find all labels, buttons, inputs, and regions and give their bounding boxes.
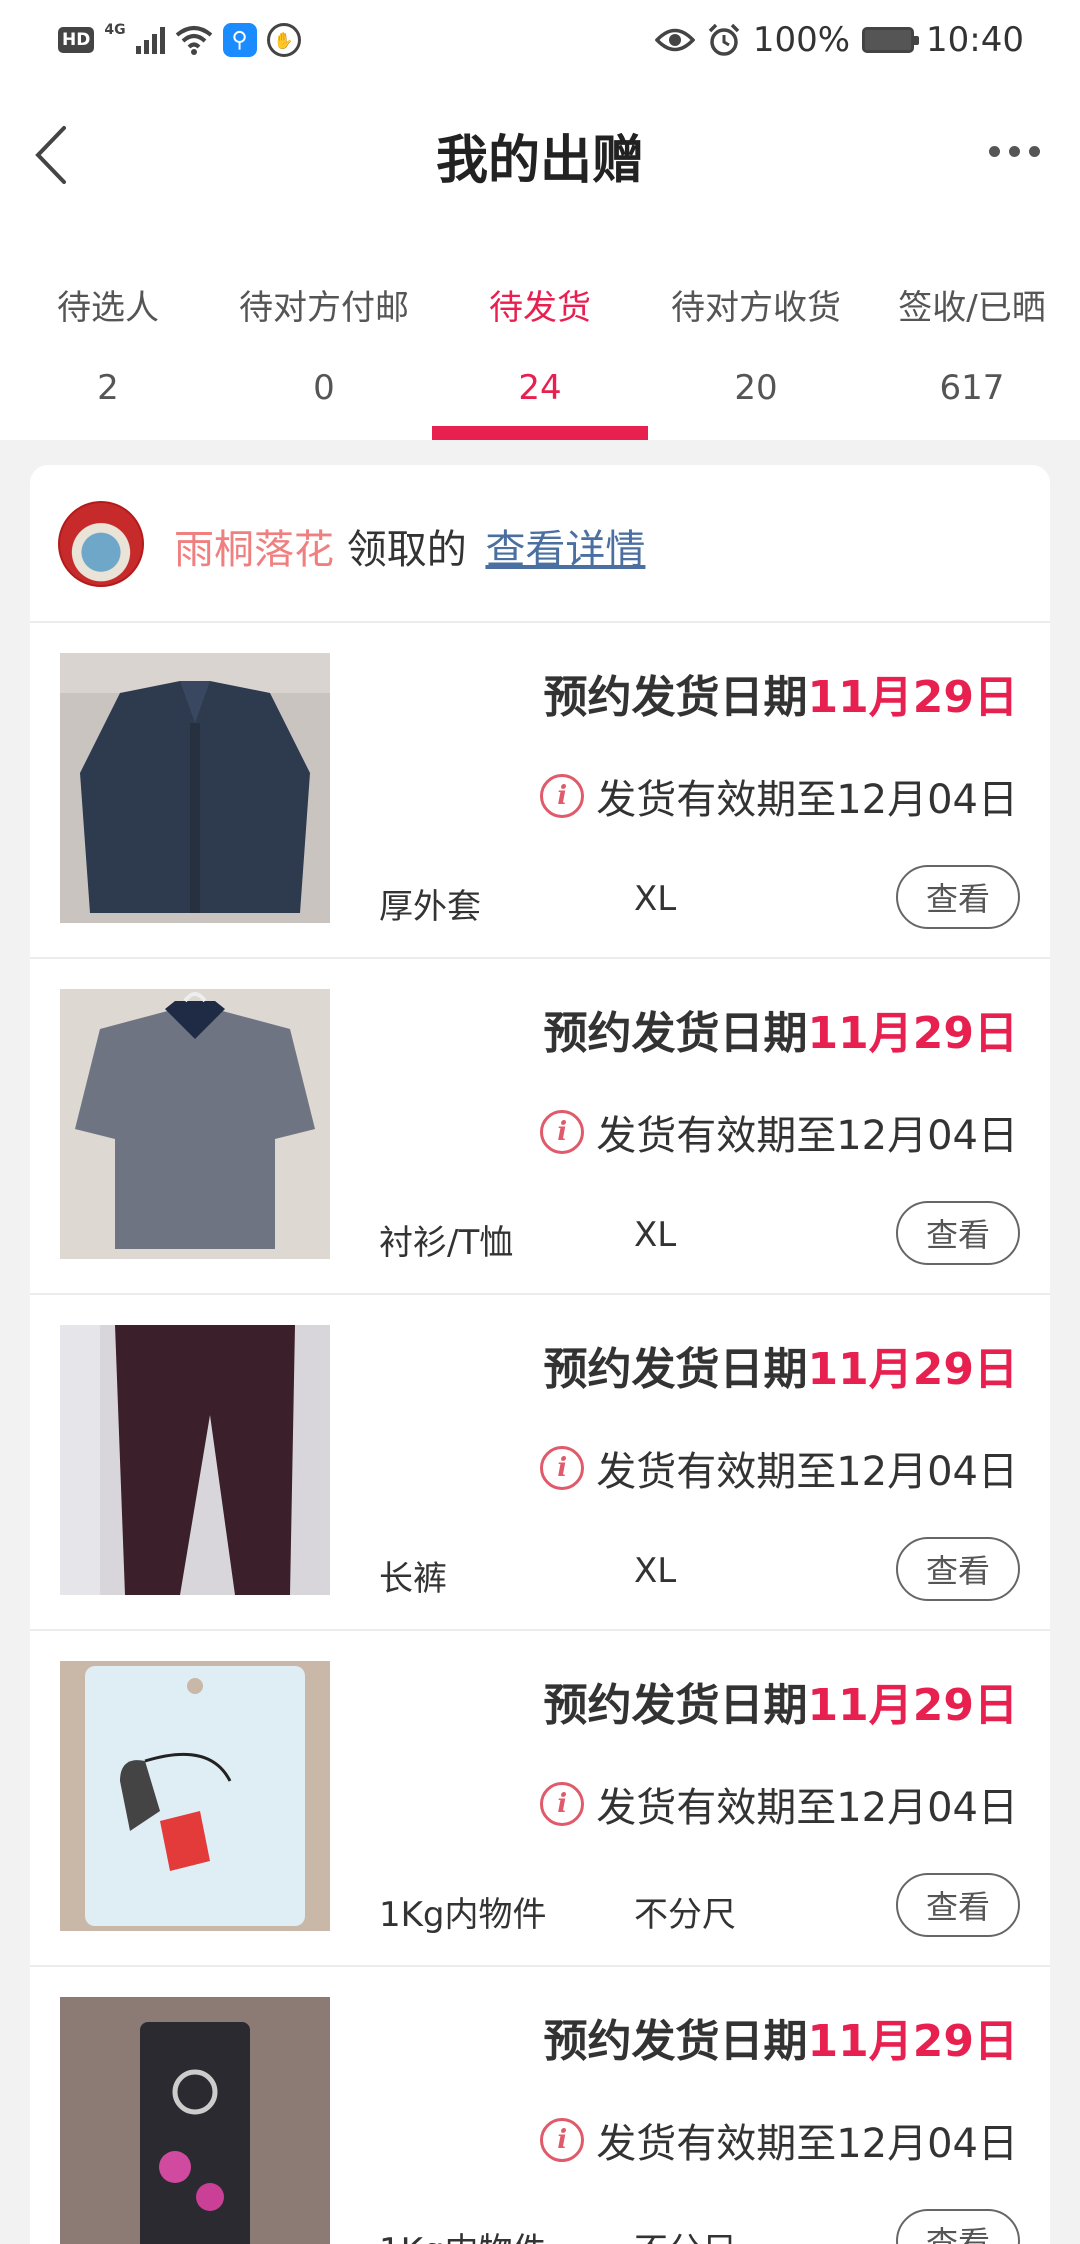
item-photo[interactable] <box>60 653 330 923</box>
info-icon: i <box>540 1110 585 1154</box>
view-button[interactable]: 查看 <box>896 1537 1020 1601</box>
more-dots-icon[interactable] <box>989 146 1040 157</box>
reserve-label: 预约发货日期 <box>543 672 808 723</box>
battery-percent: 100% <box>752 20 851 60</box>
battery-icon <box>862 27 920 53</box>
valid-until-text: 发货有效期至12月04日 <box>596 2121 1018 2167</box>
alarm-icon <box>708 23 740 56</box>
donor-suffix: 领取的 <box>346 527 467 573</box>
reserve-label: 预约发货日期 <box>543 2016 808 2067</box>
tab-label: 待发货 <box>489 288 591 328</box>
valid-until: i 发货有效期至12月04日 <box>540 2111 1018 2169</box>
eye-icon <box>654 28 695 52</box>
valid-until: i 发货有效期至12月04日 <box>540 1439 1018 1497</box>
hand-app-icon: ✋ <box>266 23 301 57</box>
reserve-date: 预约发货日期11月29日 <box>544 997 1018 1061</box>
reserve-date: 预约发货日期11月29日 <box>544 1333 1018 1397</box>
view-details-link[interactable]: 查看详情 <box>485 527 645 573</box>
item-category: 1Kg内物件 <box>379 2223 547 2244</box>
item-size: 不分尺 <box>634 2223 736 2244</box>
donor-name[interactable]: 雨桐落花 <box>174 527 334 573</box>
reserve-label: 预约发货日期 <box>543 1680 808 1731</box>
view-button[interactable]: 查看 <box>896 1201 1020 1265</box>
tab-count: 24 <box>518 368 562 408</box>
valid-until-text: 发货有效期至12月04日 <box>596 1449 1018 1495</box>
reserve-label: 预约发货日期 <box>543 1344 808 1395</box>
item-category: 长裤 <box>379 1559 447 1599</box>
valid-until: i 发货有效期至12月04日 <box>540 1775 1018 1833</box>
tab-count: 0 <box>313 368 335 408</box>
tab-pending-postage[interactable]: 待对方付邮 0 <box>216 230 432 440</box>
avatar[interactable] <box>58 501 144 587</box>
tab-pending-receipt[interactable]: 待对方收货 20 <box>648 230 864 440</box>
gift-card: 雨桐落花 领取的 查看详情 预约发货日期11月29日 i 发货有效期至12月04日… <box>30 465 1050 2244</box>
top-nav: 我的出赠 <box>0 80 1080 230</box>
tab-label: 签收/已晒 <box>898 288 1046 328</box>
view-button[interactable]: 查看 <box>896 2209 1020 2244</box>
tab-count: 20 <box>734 368 778 408</box>
reserve-date-value: 11月29日 <box>807 2016 1018 2067</box>
tab-label: 待对方收货 <box>671 288 841 328</box>
info-icon: i <box>540 1446 585 1490</box>
donor-row: 雨桐落花 领取的 查看详情 <box>30 465 1050 623</box>
item-photo[interactable] <box>60 1661 330 1931</box>
wifi-icon <box>175 26 212 55</box>
list-item[interactable]: 预约发货日期11月29日 i发货有效期至12月04日 1Kg内物件 不分尺 查看 <box>30 1967 1050 2244</box>
tab-pending-shipment[interactable]: 待发货 24 <box>432 230 648 440</box>
tab-count: 617 <box>939 368 1005 408</box>
item-photo[interactable] <box>60 1997 330 2244</box>
tab-pending-select[interactable]: 待选人 2 <box>0 230 216 440</box>
item-category: 厚外套 <box>379 887 481 927</box>
info-icon: i <box>540 1782 585 1826</box>
clock-time: 10:40 <box>926 20 1024 60</box>
tab-label: 待选人 <box>57 288 159 328</box>
item-size: XL <box>634 1215 677 1255</box>
view-button[interactable]: 查看 <box>896 1873 1020 1937</box>
tab-received[interactable]: 签收/已晒 617 <box>864 230 1080 440</box>
list-item[interactable]: 预约发货日期11月29日 i 发货有效期至12月04日 厚外套 XL 查看 <box>30 623 1050 959</box>
search-app-icon: ⚲ <box>222 23 257 57</box>
reserve-date-value: 11月29日 <box>807 672 1018 723</box>
active-tab-indicator <box>432 426 648 440</box>
item-size: 不分尺 <box>634 1895 736 1935</box>
item-photo[interactable] <box>60 1325 330 1595</box>
hd-badge: HD <box>58 27 95 53</box>
reserve-label: 预约发货日期 <box>543 1008 808 1059</box>
info-icon: i <box>540 2118 585 2162</box>
tab-count: 2 <box>97 368 119 408</box>
list-item[interactable]: 预约发货日期11月29日 i发货有效期至12月04日 1Kg内物件 不分尺 查看 <box>30 1631 1050 1967</box>
valid-until-text: 发货有效期至12月04日 <box>596 1785 1018 1831</box>
list-item[interactable]: 预约发货日期11月29日 i 发货有效期至12月04日 长裤 XL 查看 <box>30 1295 1050 1631</box>
reserve-date-value: 11月29日 <box>807 1008 1018 1059</box>
reserve-date: 预约发货日期11月29日 <box>544 2005 1018 2069</box>
item-category: 1Kg内物件 <box>379 1895 547 1935</box>
status-right: 100% 10:40 <box>654 20 1024 60</box>
item-photo[interactable] <box>60 989 330 1259</box>
reserve-date: 预约发货日期11月29日 <box>544 661 1018 725</box>
view-button[interactable]: 查看 <box>896 865 1020 929</box>
page-title: 我的出赠 <box>435 131 644 191</box>
status-tabs: 待选人 2 待对方付邮 0 待发货 24 待对方收货 20 签收/已晒 617 <box>0 230 1080 440</box>
tab-label: 待对方付邮 <box>239 288 409 328</box>
signal-icon <box>135 26 165 54</box>
item-size: XL <box>634 1551 677 1591</box>
reserve-date: 预约发货日期11月29日 <box>544 1669 1018 1733</box>
status-left: HD 4G ⚲ ✋ <box>58 22 301 58</box>
item-size: XL <box>634 879 677 919</box>
reserve-date-value: 11月29日 <box>807 1680 1018 1731</box>
reserve-date-value: 11月29日 <box>807 1344 1018 1395</box>
item-category: 衬衫/T恤 <box>379 1223 514 1263</box>
status-bar: HD 4G ⚲ ✋ 100% 10:40 <box>0 0 1080 80</box>
network-badge: 4G <box>104 22 126 38</box>
list-item[interactable]: 预约发货日期11月29日 i 发货有效期至12月04日 衬衫/T恤 XL 查看 <box>30 959 1050 1295</box>
info-icon: i <box>540 774 585 818</box>
donor-text: 雨桐落花 领取的 查看详情 <box>174 517 645 575</box>
valid-until-text: 发货有效期至12月04日 <box>596 1113 1018 1159</box>
valid-until-text: 发货有效期至12月04日 <box>596 777 1018 823</box>
valid-until: i 发货有效期至12月04日 <box>540 1103 1018 1161</box>
valid-until: i 发货有效期至12月04日 <box>540 767 1018 825</box>
